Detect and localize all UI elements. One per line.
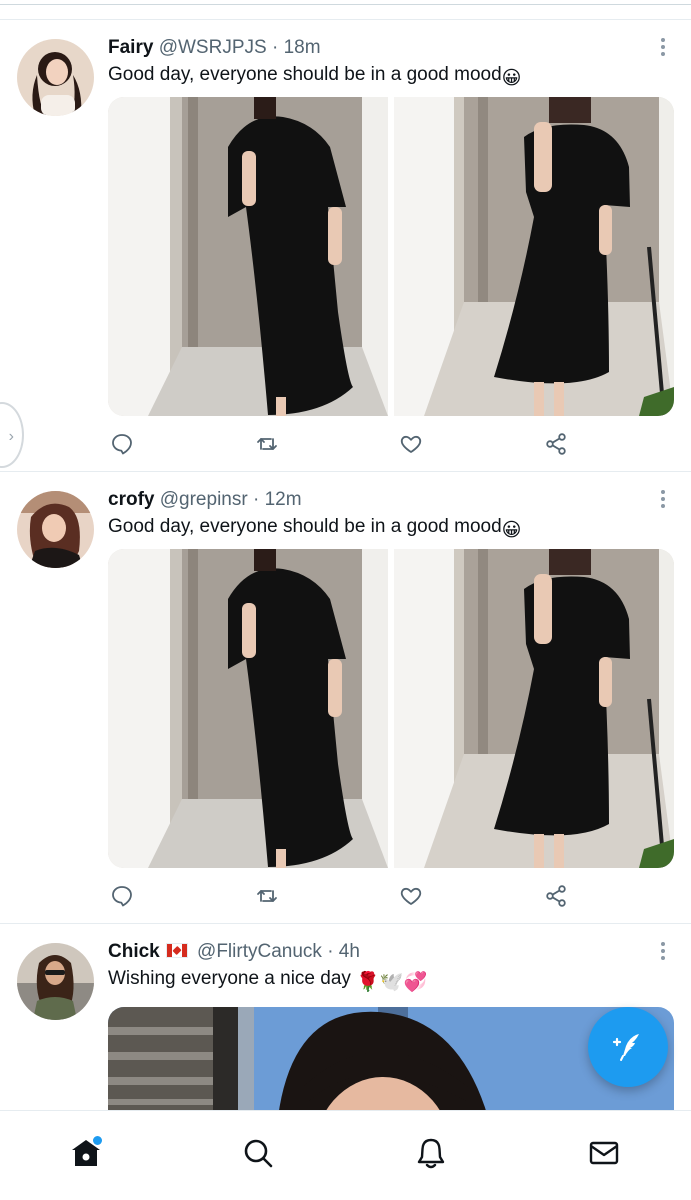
tweet-media[interactable] xyxy=(108,97,674,416)
tweet-actions xyxy=(108,882,578,910)
nav-search[interactable] xyxy=(238,1133,278,1173)
user-handle[interactable]: @grepinsr xyxy=(160,489,248,510)
tweet[interactable]: Fairy @WSRJPJS · 18m Good day, everyone … xyxy=(0,20,691,472)
rose-dove-hearts-emoji: 🌹🕊️💞 xyxy=(356,972,428,993)
grinning-face-emoji: 😀 xyxy=(501,520,522,541)
bottom-navigation xyxy=(0,1110,691,1200)
user-handle[interactable]: @WSRJPJS xyxy=(159,37,267,58)
timestamp[interactable]: 4h xyxy=(339,941,360,962)
share-icon[interactable] xyxy=(542,430,570,458)
dress-photo-front[interactable] xyxy=(108,549,388,868)
grinning-face-emoji: 😀 xyxy=(501,68,522,89)
tweet-media[interactable] xyxy=(108,549,674,868)
tweet[interactable]: crofy @grepinsr · 12m Good day, everyone… xyxy=(0,472,691,924)
tweet-text: Good day, everyone should be in a good m… xyxy=(108,62,661,92)
display-name[interactable]: Fairy xyxy=(108,37,153,58)
avatar[interactable] xyxy=(17,491,94,568)
tweet-actions xyxy=(108,430,578,458)
chevron-right-icon: › xyxy=(8,428,14,445)
tweet-text: Good day, everyone should be in a good m… xyxy=(108,514,661,544)
tweet-text-body: Wishing everyone a nice day xyxy=(108,968,351,989)
retweet-icon[interactable] xyxy=(253,882,281,910)
top-divider xyxy=(0,0,691,20)
reply-icon[interactable] xyxy=(108,882,136,910)
more-vertical-icon[interactable] xyxy=(659,942,667,962)
timestamp[interactable]: 12m xyxy=(265,489,302,510)
timeline: Fairy @WSRJPJS · 18m Good day, everyone … xyxy=(0,20,691,1200)
bell-icon xyxy=(417,1138,445,1169)
separator-dot: · xyxy=(271,37,279,58)
share-icon[interactable] xyxy=(542,882,570,910)
search-icon xyxy=(244,1139,273,1168)
more-vertical-icon[interactable] xyxy=(659,38,667,58)
dress-photo-side[interactable] xyxy=(394,97,674,416)
tweet-text: Wishing everyone a nice day 🌹🕊️💞 xyxy=(108,966,661,996)
separator-dot: · xyxy=(327,941,334,962)
heart-icon[interactable] xyxy=(397,882,425,910)
timestamp[interactable]: 18m xyxy=(284,37,321,58)
tweet-header: Chick @FlirtyCanuck · 4h xyxy=(108,940,631,964)
compose-tweet-button[interactable] xyxy=(588,1007,668,1087)
dress-photo-side[interactable] xyxy=(394,549,674,868)
mail-icon xyxy=(589,1141,619,1165)
user-handle[interactable]: @FlirtyCanuck xyxy=(197,941,322,962)
tweet-header: crofy @grepinsr · 12m xyxy=(108,488,631,512)
nav-notifications[interactable] xyxy=(411,1133,451,1173)
display-name[interactable]: crofy xyxy=(108,489,154,510)
tweet-text-body: Good day, everyone should be in a good m… xyxy=(108,516,502,537)
display-name[interactable]: Chick xyxy=(108,941,160,962)
tweet-text-body: Good day, everyone should be in a good m… xyxy=(108,64,502,85)
avatar[interactable] xyxy=(17,39,94,116)
nav-home[interactable] xyxy=(66,1133,106,1173)
heart-icon[interactable] xyxy=(397,430,425,458)
nav-messages[interactable] xyxy=(584,1133,624,1173)
retweet-icon[interactable] xyxy=(253,430,281,458)
avatar[interactable] xyxy=(17,943,94,1020)
more-vertical-icon[interactable] xyxy=(659,490,667,510)
compose-tweet-icon xyxy=(612,1034,639,1061)
separator-dot: · xyxy=(252,489,260,510)
canada-flag-icon xyxy=(165,943,188,958)
tweet-header: Fairy @WSRJPJS · 18m xyxy=(108,36,631,60)
notification-dot xyxy=(93,1136,102,1145)
reply-icon[interactable] xyxy=(108,430,136,458)
dress-photo-front[interactable] xyxy=(108,97,388,416)
